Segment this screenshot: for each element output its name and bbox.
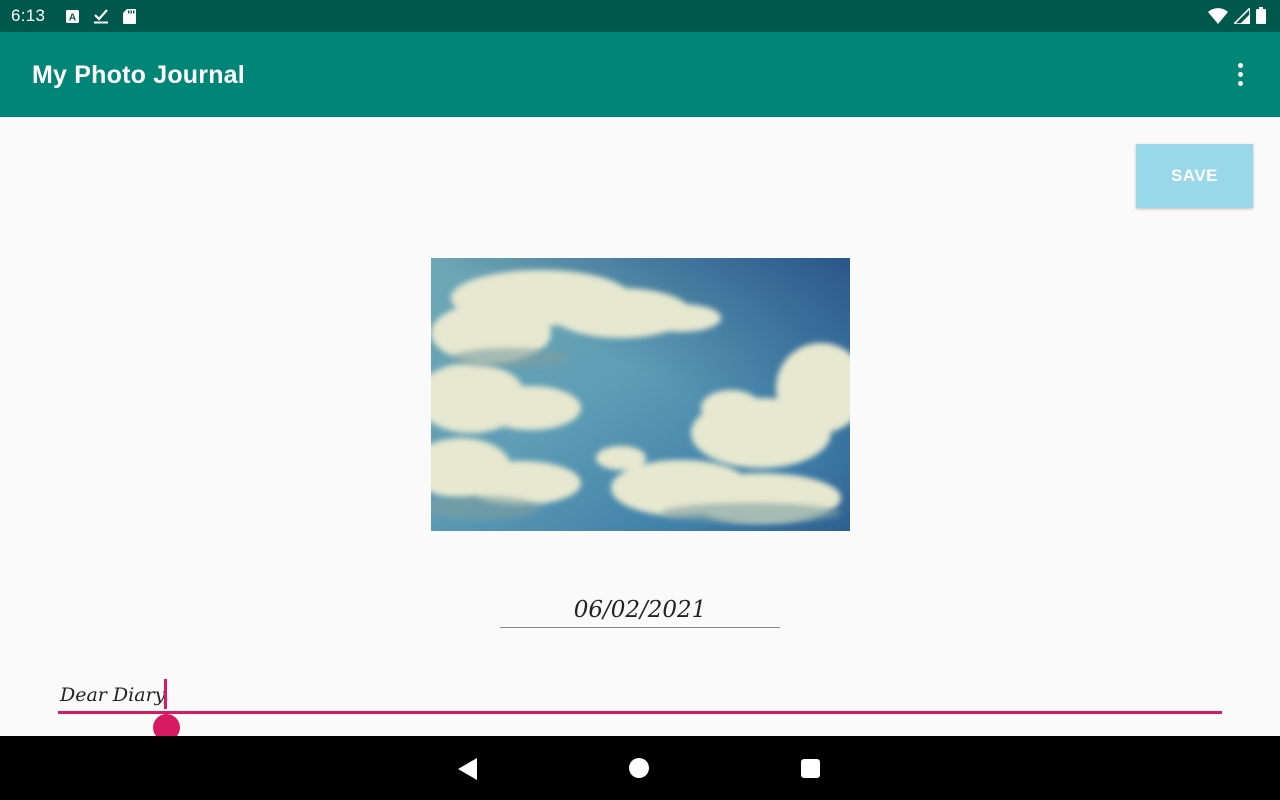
- journal-photo[interactable]: [431, 258, 850, 531]
- save-button[interactable]: SAVE: [1136, 144, 1253, 208]
- cell-signal-icon: [1234, 7, 1250, 24]
- diary-input[interactable]: Dear Diary,: [58, 678, 1222, 714]
- diary-text: Dear Diary,: [60, 684, 169, 706]
- more-vert-icon[interactable]: [1226, 58, 1254, 90]
- svg-text:A: A: [69, 12, 76, 23]
- sd-card-icon: [123, 8, 136, 24]
- status-bar: 6:13 A: [0, 0, 1280, 32]
- text-cursor: [164, 679, 167, 709]
- download-done-icon: [94, 9, 108, 24]
- wifi-icon: [1208, 7, 1228, 24]
- status-icons-left: A: [66, 8, 136, 24]
- recents-icon[interactable]: [801, 759, 820, 778]
- status-icons-right: [1208, 7, 1266, 24]
- app-title: My Photo Journal: [32, 61, 245, 89]
- home-icon[interactable]: [629, 758, 649, 778]
- navigation-bar: [0, 736, 1280, 800]
- battery-icon: [1256, 7, 1266, 24]
- keyboard-a-icon: A: [66, 9, 79, 23]
- app-bar: My Photo Journal: [0, 32, 1280, 117]
- status-time: 6:13: [11, 6, 46, 25]
- date-field[interactable]: 06/02/2021: [500, 593, 780, 628]
- back-icon[interactable]: [458, 758, 478, 780]
